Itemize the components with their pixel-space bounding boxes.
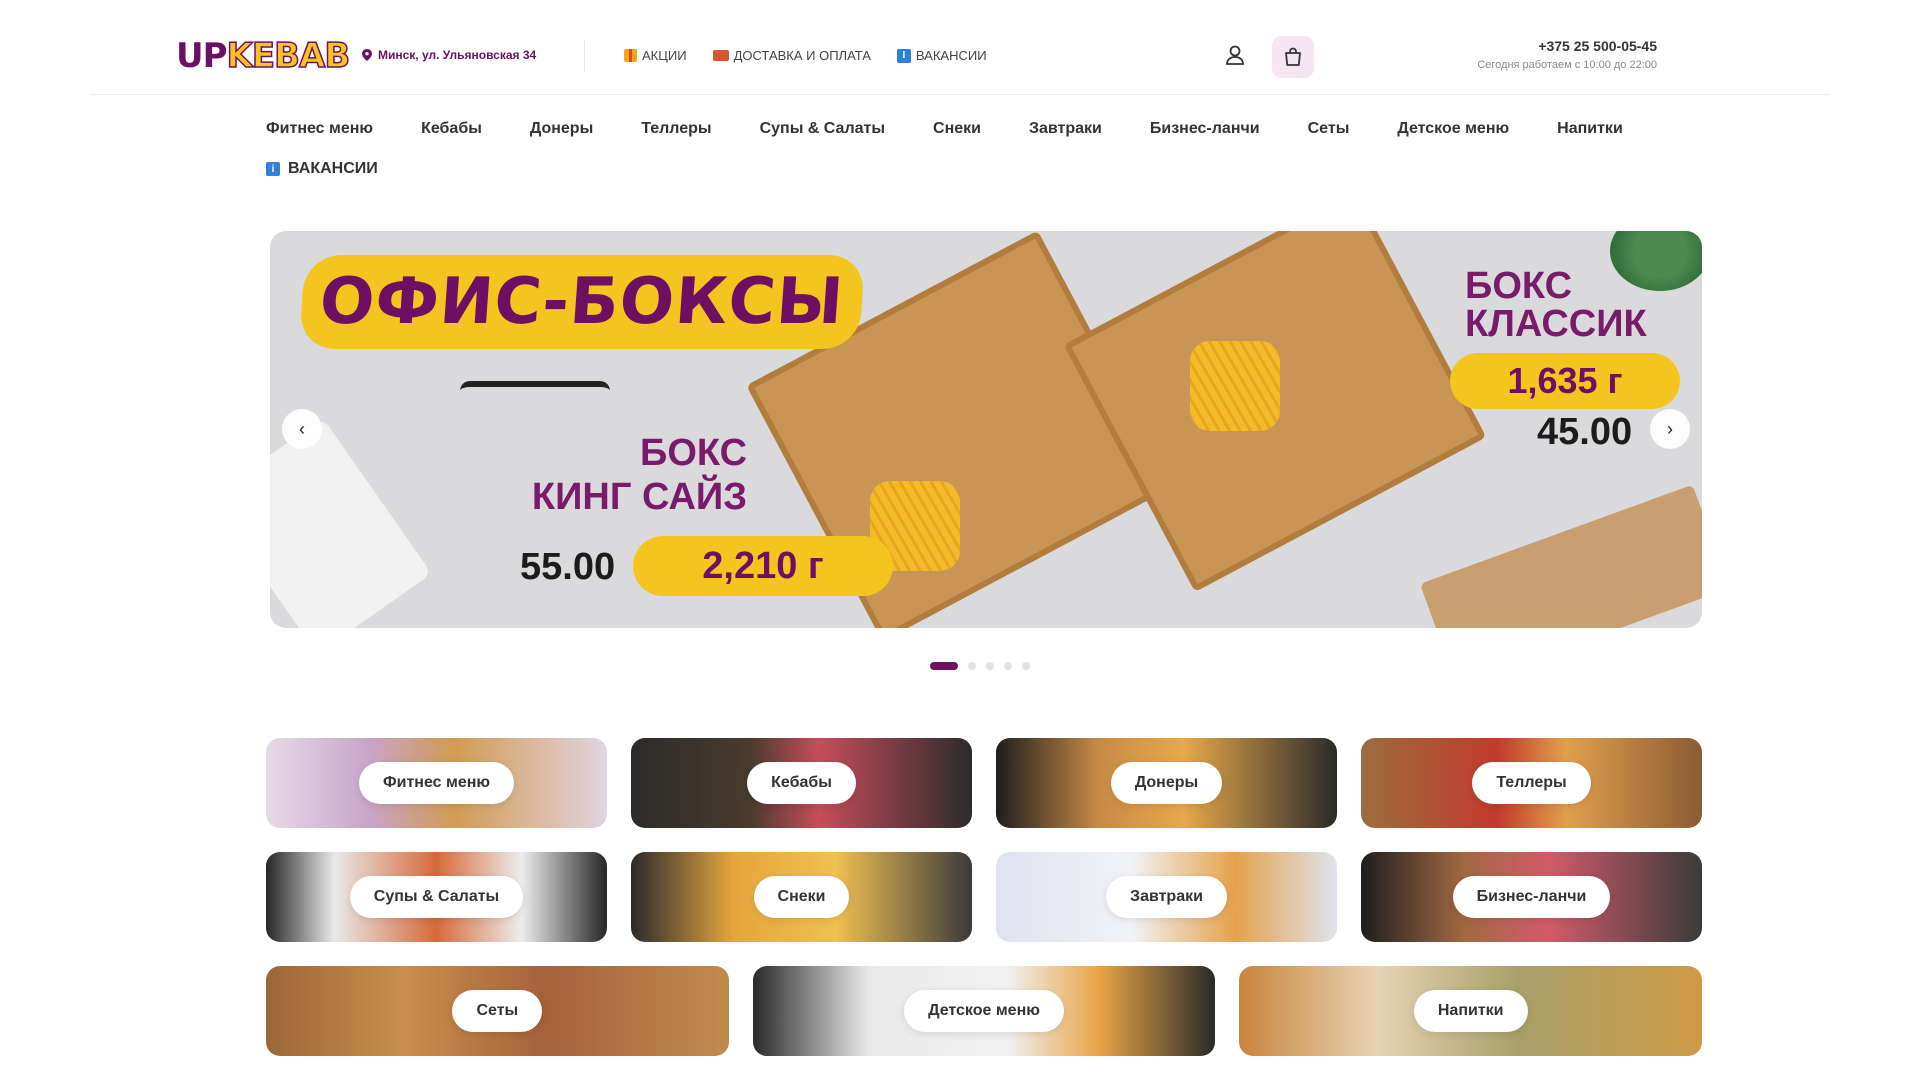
cat-link-business-lunch[interactable]: Бизнес-ланчи	[1150, 120, 1260, 138]
cat-link-vacancies-label: ВАКАНСИИ	[288, 160, 378, 177]
box1-name-line2: КИНГ САЙЗ	[531, 476, 748, 518]
card-kids-menu[interactable]: Детское меню	[752, 966, 1216, 1056]
card-sets[interactable]: Сеты	[266, 966, 729, 1056]
card-snacks[interactable]: Снеки	[631, 852, 972, 942]
box1-name-line1: БОКС	[640, 432, 748, 474]
cat-link-snacks[interactable]: Снеки	[933, 120, 981, 138]
box2-name-line1: БОКС	[1465, 265, 1573, 307]
card-row: Фитнес меню Кебабы Донеры Теллеры	[266, 738, 1702, 828]
banner-title: ОФИС-БОКСЫ	[298, 255, 866, 349]
chevron-right-icon: ›	[1667, 418, 1673, 439]
banner-prev-button[interactable]: ‹	[282, 409, 322, 449]
box2-price: 45.00	[1537, 411, 1633, 453]
pagination-dot[interactable]	[1004, 662, 1012, 670]
cat-link-doners[interactable]: Донеры	[530, 120, 593, 138]
card-label: Бизнес-ланчи	[1452, 876, 1611, 918]
top-nav: АКЦИИ ДОСТАВКА И ОПЛАТА i ВАКАНСИИ	[624, 48, 987, 63]
category-nav: Фитнес меню Кебабы Донеры Теллеры Супы &…	[266, 120, 1666, 178]
cat-link-breakfasts[interactable]: Завтраки	[1029, 120, 1102, 138]
cat-link-tellers[interactable]: Теллеры	[641, 120, 711, 138]
pagination-dot[interactable]	[1022, 662, 1030, 670]
category-nav-row-2: i ВАКАНСИИ	[266, 160, 1666, 178]
user-icon	[1226, 45, 1244, 65]
notebook-image	[1419, 484, 1702, 628]
card-kebabs[interactable]: Кебабы	[631, 738, 972, 828]
pagination-dot[interactable]	[986, 662, 994, 670]
card-label: Снеки	[753, 876, 850, 918]
nav-promotions-label: АКЦИИ	[642, 48, 687, 63]
fries-image	[1190, 341, 1280, 431]
card-breakfasts[interactable]: Завтраки	[996, 852, 1337, 942]
cat-link-kids-menu[interactable]: Детское меню	[1397, 120, 1509, 138]
nav-vacancies[interactable]: i ВАКАНСИИ	[896, 48, 987, 63]
card-label: Кебабы	[747, 762, 856, 804]
cat-link-fitness[interactable]: Фитнес меню	[266, 120, 373, 138]
truck-icon	[712, 50, 729, 61]
box2-name: БОКС КЛАССИК	[1465, 267, 1647, 343]
card-fitness[interactable]: Фитнес меню	[266, 738, 607, 828]
nav-vacancies-label: ВАКАНСИИ	[915, 48, 987, 63]
category-cards: Фитнес меню Кебабы Донеры Теллеры Супы &…	[266, 738, 1703, 1056]
box1-weight: 2,210 г	[633, 536, 893, 596]
cat-link-kebabs[interactable]: Кебабы	[421, 120, 482, 138]
location-pin-icon	[362, 49, 372, 61]
user-account-button[interactable]	[1222, 42, 1248, 68]
card-label: Фитнес меню	[358, 762, 515, 804]
shopping-bag-icon	[1285, 47, 1301, 66]
box1-name: БОКС КИНГ САЙЗ	[520, 431, 747, 519]
category-nav-row: Фитнес меню Кебабы Донеры Теллеры Супы &…	[266, 120, 1666, 138]
card-label: Теллеры	[1472, 762, 1591, 804]
card-label: Детское меню	[904, 990, 1064, 1032]
card-label: Напитки	[1413, 990, 1528, 1032]
glasses-image	[460, 381, 610, 421]
card-label: Сеты	[452, 990, 543, 1032]
cat-link-sets[interactable]: Сеты	[1308, 120, 1350, 138]
card-doners[interactable]: Донеры	[996, 738, 1337, 828]
logo[interactable]: UP KEBAB	[176, 35, 351, 77]
address-text: Минск, ул. Ульяновская 34	[378, 48, 537, 62]
nav-delivery[interactable]: ДОСТАВКА И ОПЛАТА	[712, 48, 871, 63]
header-divider	[584, 40, 585, 72]
nav-promotions[interactable]: АКЦИИ	[624, 48, 687, 63]
cat-link-vacancies[interactable]: i ВАКАНСИИ	[266, 160, 378, 178]
card-row: Сеты Детское меню Напитки	[266, 966, 1703, 1056]
contact-block: +375 25 500-05-45 Сегодня работаем с 10:…	[1477, 38, 1657, 71]
card-row: Супы & Салаты Снеки Завтраки Бизнес-ланч…	[266, 852, 1702, 942]
gift-icon	[624, 49, 637, 62]
pagination-dot-active[interactable]	[930, 662, 958, 670]
box2-weight: 1,635 г	[1450, 353, 1680, 409]
promo-banner[interactable]: ОФИС-БОКСЫ БОКС КИНГ САЙЗ 55.00 2,210 г …	[270, 231, 1702, 628]
box2-name-line2: КЛАССИК	[1465, 303, 1647, 345]
card-soups-salads[interactable]: Супы & Салаты	[266, 852, 607, 942]
keyboard-image	[270, 418, 432, 628]
logo-kebab: KEBAB	[226, 35, 351, 77]
card-drinks[interactable]: Напитки	[1239, 966, 1703, 1056]
card-label: Супы & Салаты	[349, 876, 524, 918]
phone-number[interactable]: +375 25 500-05-45	[1477, 38, 1657, 54]
card-label: Донеры	[1110, 762, 1223, 804]
cat-link-soups-salads[interactable]: Супы & Салаты	[760, 120, 885, 138]
pagination-dot[interactable]	[968, 662, 976, 670]
card-tellers[interactable]: Теллеры	[1361, 738, 1702, 828]
working-hours: Сегодня работаем с 10:00 до 22:00	[1477, 59, 1657, 71]
nav-delivery-label: ДОСТАВКА И ОПЛАТА	[733, 48, 871, 63]
logo-up: UP	[176, 36, 228, 76]
chevron-left-icon: ‹	[299, 418, 305, 439]
box1-price: 55.00	[520, 546, 616, 588]
banner-next-button[interactable]: ›	[1650, 409, 1690, 449]
info-icon: i	[266, 162, 280, 176]
banner-pagination	[930, 662, 1030, 670]
card-business-lunch[interactable]: Бизнес-ланчи	[1361, 852, 1702, 942]
cat-link-drinks[interactable]: Напитки	[1557, 120, 1623, 138]
address[interactable]: Минск, ул. Ульяновская 34	[362, 48, 536, 62]
info-icon: i	[896, 48, 911, 63]
card-label: Завтраки	[1106, 876, 1227, 918]
cart-button[interactable]	[1272, 36, 1314, 78]
